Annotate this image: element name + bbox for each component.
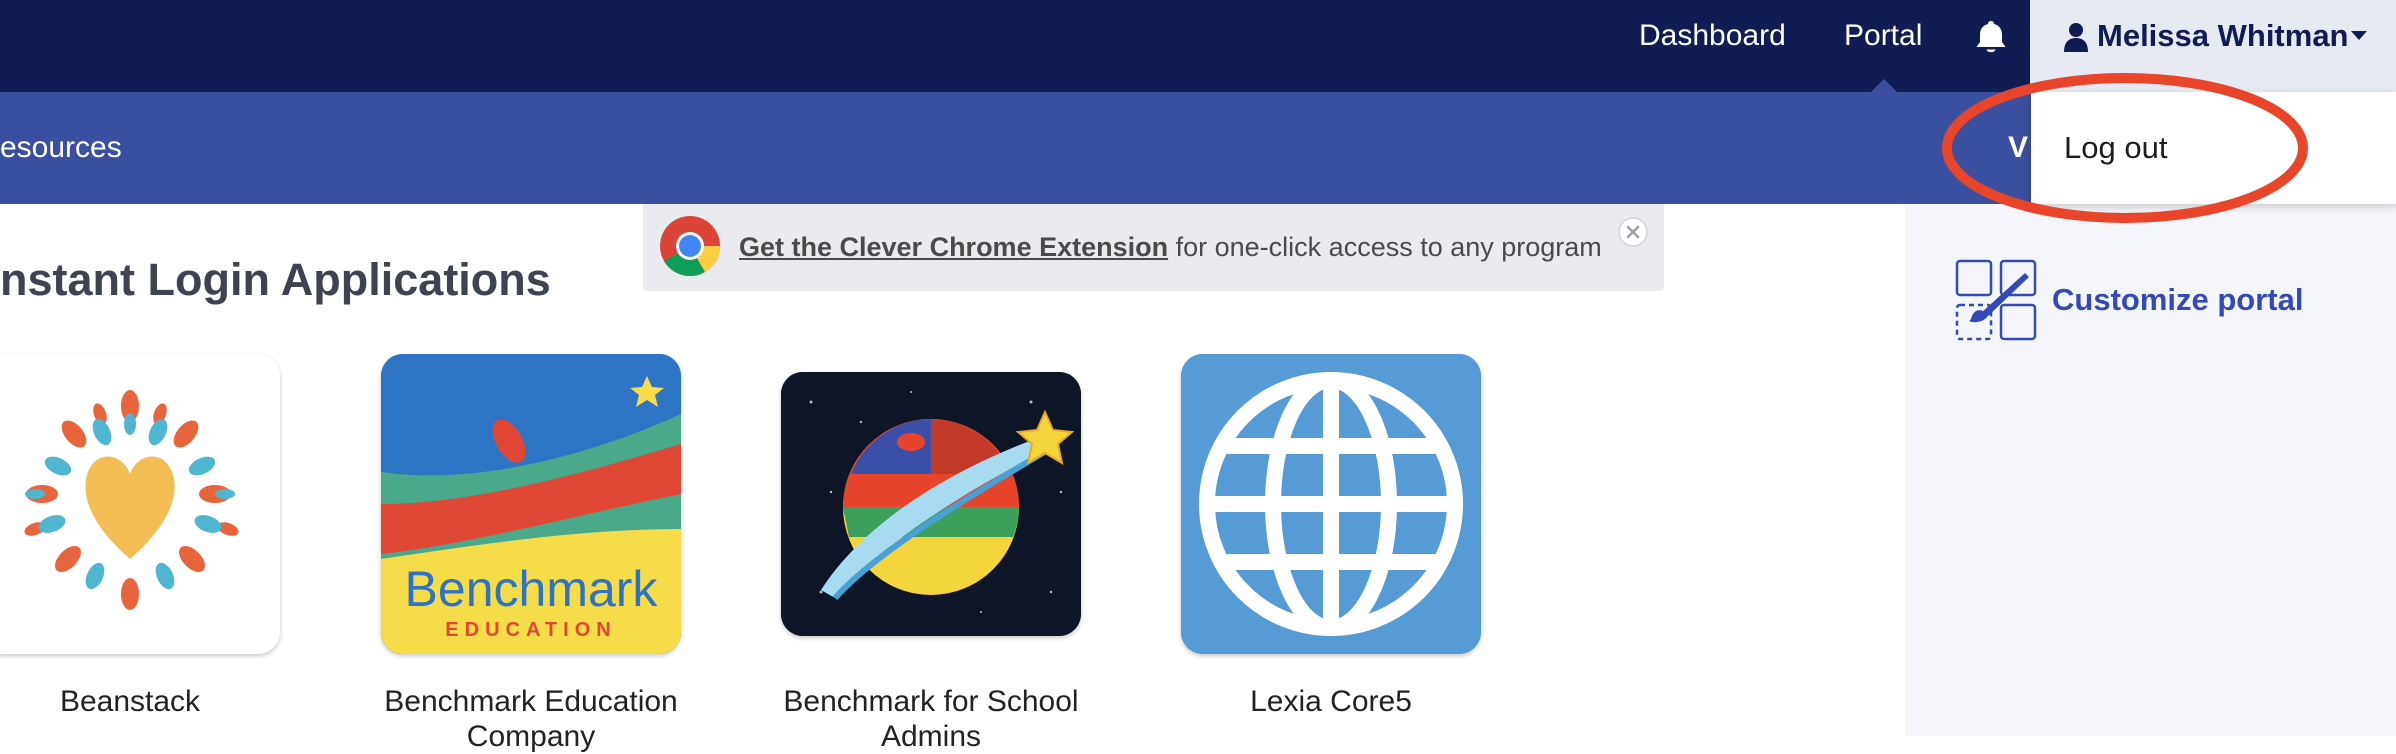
- education-logo-text: EDUCATION: [445, 619, 616, 641]
- app-name-beanstack: Beanstack: [59, 685, 201, 718]
- globe-icon: [1181, 354, 1481, 654]
- app-tile-benchmark-education[interactable]: Benchmark EDUCATION Benchmark Education …: [381, 354, 681, 753]
- customize-portal-label: Customize portal: [2052, 282, 2304, 317]
- lexia-core5-logo: [1181, 354, 1481, 654]
- app-name-benchmark-admins: Benchmark for School Admins: [783, 685, 1079, 753]
- chevron-down-icon: [2351, 31, 2367, 40]
- app-tile-lexia-core5[interactable]: Lexia Core5: [1181, 354, 1481, 736]
- app-tile-benchmark-admins[interactable]: Benchmark for School Admins: [781, 372, 1081, 753]
- banner-message-rest: for one-click access to any program: [1168, 232, 1602, 262]
- chrome-extension-banner: Get the Clever Chrome Extension for one-…: [643, 204, 1664, 291]
- close-icon[interactable]: [1618, 217, 1648, 247]
- benchmark-admins-logo: [781, 372, 1081, 636]
- person-icon: [2064, 23, 2088, 52]
- benchmark-logo-text: Benchmark: [405, 561, 659, 617]
- benchmark-education-logo: Benchmark EDUCATION: [381, 354, 681, 654]
- benchmark-education-icon: Benchmark EDUCATION: [381, 354, 681, 654]
- logout-menu-item[interactable]: Log out: [2064, 92, 2167, 204]
- section-title: nstant Login Applications: [0, 254, 551, 305]
- beanstack-logo: [0, 354, 280, 654]
- user-name: Melissa Whitman: [2097, 18, 2349, 53]
- nav-dashboard-link[interactable]: Dashboard: [1639, 0, 1786, 92]
- app-tile-beanstack[interactable]: Beanstack: [0, 354, 300, 736]
- nav-partial-tab[interactable]: V: [2008, 92, 2028, 204]
- customize-grid-icon: [1955, 259, 2037, 341]
- beanstack-sunburst-icon: [24, 390, 239, 610]
- bell-icon[interactable]: [1974, 19, 2008, 55]
- app-name-lexia-core5: Lexia Core5: [1250, 685, 1412, 718]
- chrome-logo-icon: [660, 216, 720, 277]
- nav-resources-tab[interactable]: esources: [0, 92, 122, 204]
- chrome-extension-link[interactable]: Get the Clever Chrome Extension: [739, 232, 1168, 262]
- user-dropdown-menu: Log out: [2031, 92, 2396, 204]
- app-name-benchmark-education: Benchmark Education Company: [384, 685, 678, 753]
- customize-portal-link[interactable]: Customize portal: [1955, 259, 2335, 343]
- active-nav-indicator: [1871, 79, 1897, 92]
- banner-message: Get the Clever Chrome Extension for one-…: [739, 204, 1602, 290]
- planet-star-icon: [781, 372, 1081, 636]
- user-menu-button[interactable]: Melissa Whitman: [2030, 0, 2396, 92]
